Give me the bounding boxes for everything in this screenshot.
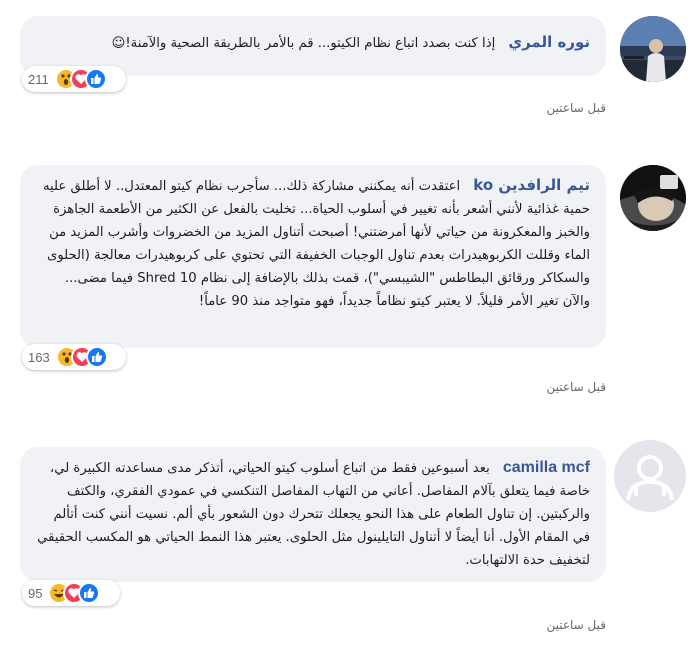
reaction-count: 211 (28, 71, 49, 87)
comment-author[interactable]: camilla mcf (503, 459, 590, 476)
like-reaction-icon (84, 68, 107, 90)
reaction-count: 95 (28, 585, 43, 601)
avatar[interactable] (620, 165, 686, 231)
comment-timestamp[interactable]: قبل ساعتين (546, 101, 606, 115)
comment-text: بعد أسبوعين فقط من اتباع أسلوب كيتو الحي… (37, 461, 590, 568)
comment-bubble: تيم الرافدين ko اعتقدت أنه يمكنني مشاركة… (20, 165, 606, 348)
reaction-summary[interactable]: 163 (22, 344, 126, 370)
comment-author[interactable]: تيم الرافدين ko (473, 176, 590, 194)
avatar[interactable] (614, 440, 686, 512)
like-reaction-icon (85, 346, 108, 368)
reaction-summary[interactable]: 95 (22, 580, 120, 606)
comment-timestamp[interactable]: قبل ساعتين (546, 618, 606, 632)
like-reaction-icon (78, 582, 101, 604)
comment-text: إذا كنت بصدد اتباع نظام الكيتو... قم بال… (111, 36, 496, 51)
comment-bubble: camilla mcf بعد أسبوعين فقط من اتباع أسل… (20, 447, 606, 582)
comment-timestamp[interactable]: قبل ساعتين (546, 380, 606, 394)
avatar[interactable] (620, 16, 686, 82)
reaction-summary[interactable]: 211 (22, 66, 126, 92)
comment-text: اعتقدت أنه يمكنني مشاركة ذلك... سأجرب نظ… (42, 179, 590, 309)
reaction-count: 163 (28, 349, 50, 365)
comment-author[interactable]: نوره المري (508, 33, 590, 51)
